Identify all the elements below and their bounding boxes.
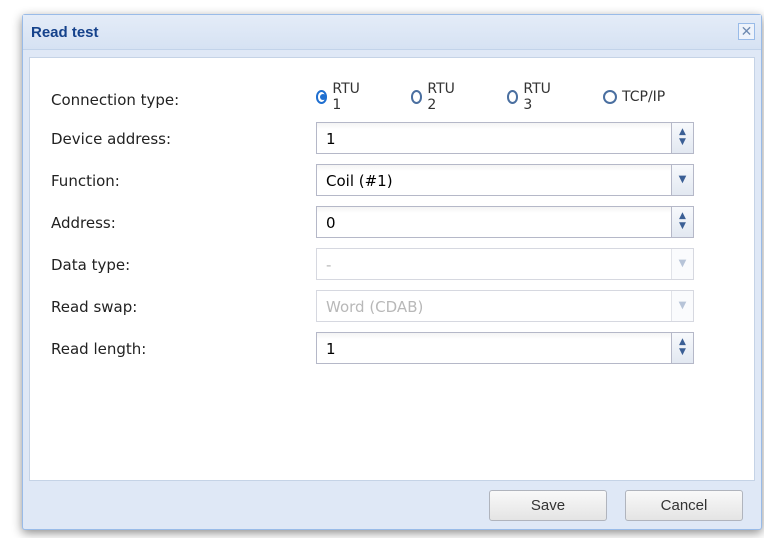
read-length-field[interactable]: 1 ▲ ▼ (316, 332, 694, 364)
data-type-value: - (326, 256, 332, 274)
radio-tcpip[interactable]: TCP/IP (603, 86, 665, 108)
address-label: Address: (51, 214, 116, 232)
chevron-down-icon[interactable]: ▼ (672, 348, 693, 357)
read-swap-label: Read swap: (51, 298, 138, 316)
chevron-down-icon[interactable]: ▼ (672, 222, 693, 231)
close-icon[interactable]: ✕ (738, 23, 755, 40)
address-value: 0 (326, 214, 336, 232)
chevron-down-icon: ▼ (678, 174, 687, 185)
dialog-footer: Save Cancel (23, 477, 761, 529)
dropdown-trigger: ▼ (671, 249, 693, 279)
cancel-button[interactable]: Cancel (625, 490, 743, 521)
radio-rtu1-label: RTU 1 (332, 81, 360, 113)
radio-selected-icon (316, 90, 328, 104)
chevron-up-icon[interactable]: ▲ (672, 338, 693, 347)
read-length-label: Read length: (51, 340, 147, 358)
radio-unselected-icon (603, 90, 617, 104)
dialog-title: Read test (31, 24, 99, 41)
chevron-up-icon[interactable]: ▲ (672, 212, 693, 221)
function-label: Function: (51, 172, 120, 190)
dropdown-trigger: ▼ (671, 291, 693, 321)
chevron-down-icon: ▼ (678, 258, 687, 269)
data-type-select: - ▼ (316, 248, 694, 280)
radio-rtu1[interactable]: RTU 1 (316, 81, 363, 113)
chevron-down-icon[interactable]: ▼ (672, 138, 693, 147)
connection-type-label: Connection type: (51, 91, 180, 109)
function-value: Coil (#1) (326, 172, 393, 190)
radio-rtu3-label: RTU 3 (523, 81, 551, 113)
read-test-dialog: Read test ✕ Connection type: RTU 1 RTU 2… (22, 14, 762, 530)
radio-tcpip-label: TCP/IP (622, 89, 666, 105)
device-address-value: 1 (326, 130, 336, 148)
device-address-field[interactable]: 1 ▲ ▼ (316, 122, 694, 154)
data-type-label: Data type: (51, 256, 131, 274)
chevron-up-icon[interactable]: ▲ (672, 128, 693, 137)
radio-unselected-icon (411, 90, 423, 104)
spinner-button[interactable]: ▲ ▼ (671, 207, 693, 237)
save-button[interactable]: Save (489, 490, 607, 521)
dialog-body: Connection type: RTU 1 RTU 2 RTU 3 TCP/I… (29, 57, 755, 481)
spinner-button[interactable]: ▲ ▼ (671, 123, 693, 153)
read-swap-select: Word (CDAB) ▼ (316, 290, 694, 322)
dropdown-trigger[interactable]: ▼ (671, 165, 693, 195)
radio-rtu2-label: RTU 2 (427, 81, 455, 113)
dialog-titlebar[interactable]: Read test ✕ (23, 15, 761, 50)
device-address-label: Device address: (51, 130, 172, 148)
radio-rtu2[interactable]: RTU 2 (411, 81, 458, 113)
read-swap-value: Word (CDAB) (326, 298, 424, 316)
radio-unselected-icon (507, 90, 519, 104)
address-field[interactable]: 0 ▲ ▼ (316, 206, 694, 238)
chevron-down-icon: ▼ (678, 300, 687, 311)
spinner-button[interactable]: ▲ ▼ (671, 333, 693, 363)
function-select[interactable]: Coil (#1) ▼ (316, 164, 694, 196)
radio-rtu3[interactable]: RTU 3 (507, 81, 554, 113)
read-length-value: 1 (326, 340, 336, 358)
